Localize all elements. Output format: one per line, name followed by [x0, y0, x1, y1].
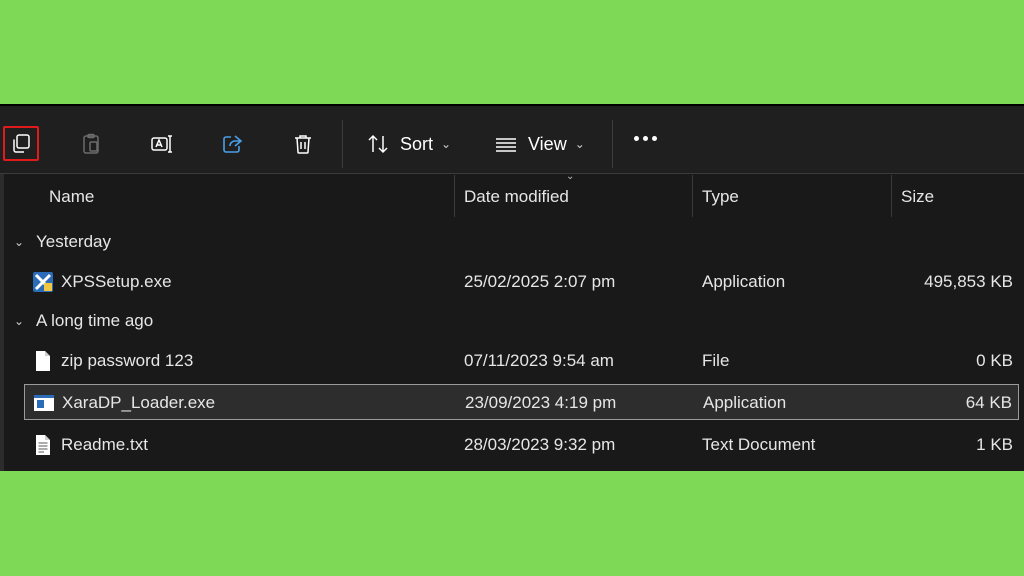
group-header-yesterday[interactable]: ⌄ Yesterday	[14, 232, 111, 252]
share-button[interactable]	[214, 126, 250, 162]
text-file-icon	[36, 435, 50, 455]
more-dot	[643, 136, 648, 141]
more-dot	[634, 136, 639, 141]
file-type: Text Document	[702, 435, 816, 454]
file-date: 25/02/2025 2:07 pm	[464, 272, 616, 291]
app-window-icon	[34, 395, 54, 411]
view-button[interactable]: View ⌄	[494, 128, 585, 160]
xps-exe-icon	[33, 272, 53, 292]
file-size: 64 KB	[965, 393, 1012, 412]
file-size: 0 KB	[976, 351, 1013, 370]
copy-button[interactable]	[3, 126, 39, 162]
file-name: XPSSetup.exe	[61, 272, 172, 291]
view-list-icon	[496, 138, 516, 152]
column-header-row: Name ⌄ Date modified Type Size	[0, 171, 1024, 217]
chevron-down-icon: ⌄	[14, 235, 25, 249]
view-chevron-down-icon: ⌄	[574, 137, 585, 151]
file-name: zip password 123	[61, 351, 194, 370]
file-name: XaraDP_Loader.exe	[62, 393, 216, 412]
column-name-header[interactable]: Name	[49, 187, 94, 207]
column-divider[interactable]	[692, 175, 693, 217]
chevron-down-icon: ⌄	[14, 314, 25, 328]
column-date-header[interactable]: Date modified	[464, 187, 569, 207]
column-divider[interactable]	[454, 175, 455, 217]
rename-button[interactable]	[144, 126, 180, 162]
delete-icon	[295, 135, 311, 154]
file-explorer-window: Sort ⌄ View ⌄ Name ⌄ Date modified Type …	[0, 104, 1024, 471]
blank-file-icon	[36, 351, 50, 371]
command-bar: Sort ⌄ View ⌄	[0, 106, 1024, 174]
rename-icon	[151, 135, 172, 153]
sort-label: Sort	[400, 133, 434, 154]
view-label: View	[528, 133, 567, 154]
column-size-header[interactable]: Size	[901, 187, 934, 207]
sort-chevron-down-icon: ⌄	[441, 137, 452, 151]
file-row-xpssetup[interactable]: XPSSetup.exe 25/02/2025 2:07 pm Applicat…	[24, 264, 1019, 300]
paste-button[interactable]	[73, 126, 109, 162]
file-size: 1 KB	[976, 435, 1013, 454]
more-dot	[652, 136, 657, 141]
column-type-header[interactable]: Type	[702, 187, 739, 207]
group-header-a-long-time-ago[interactable]: ⌄ A long time ago	[14, 311, 153, 331]
file-type: File	[702, 351, 730, 370]
file-name: Readme.txt	[61, 435, 148, 454]
group-label: A long time ago	[36, 311, 154, 330]
file-row-readme[interactable]: Readme.txt 28/03/2023 9:32 pm Text Docum…	[24, 427, 1019, 463]
file-date: 23/09/2023 4:19 pm	[465, 393, 617, 412]
file-type: Application	[703, 393, 787, 412]
copy-icon	[13, 134, 30, 153]
toolbar-separator	[612, 120, 613, 168]
group-label: Yesterday	[36, 232, 111, 251]
file-row-zip-password[interactable]: zip password 123 07/11/2023 9:54 am File…	[24, 343, 1019, 379]
column-divider[interactable]	[891, 175, 892, 217]
navigation-pane-edge	[0, 174, 4, 471]
paste-icon	[83, 133, 99, 154]
file-type: Application	[702, 272, 786, 291]
share-icon	[223, 135, 243, 153]
file-date: 28/03/2023 9:32 pm	[464, 435, 616, 454]
file-row-xaradp-loader[interactable]: XaraDP_Loader.exe 23/09/2023 4:19 pm App…	[24, 384, 1019, 420]
sort-arrows-icon	[368, 134, 388, 154]
more-options-button[interactable]	[634, 136, 657, 141]
file-date: 07/11/2023 9:54 am	[464, 351, 614, 370]
delete-button[interactable]	[285, 126, 321, 162]
sort-indicator-icon: ⌄	[566, 171, 575, 182]
file-size: 495,853 KB	[924, 272, 1013, 291]
sort-button[interactable]: Sort ⌄	[366, 128, 451, 160]
toolbar-separator	[342, 120, 343, 168]
